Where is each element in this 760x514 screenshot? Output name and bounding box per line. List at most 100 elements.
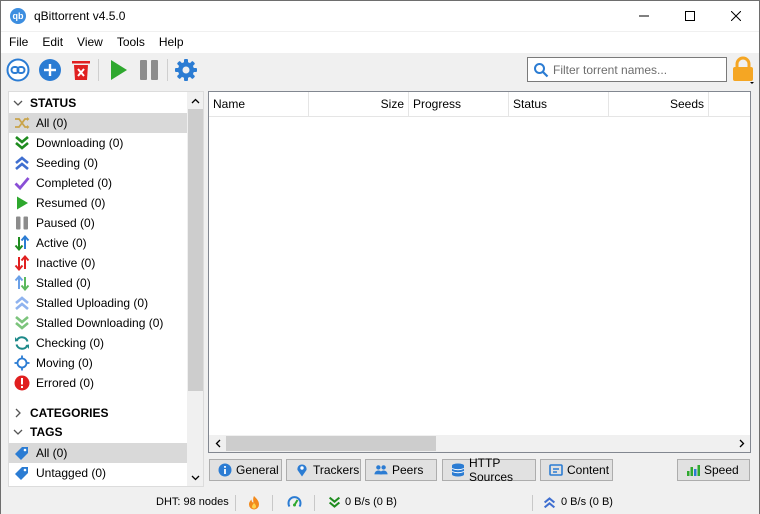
status-item-paused[interactable]: Paused (0) — [9, 213, 187, 233]
status-item-label: Paused (0) — [36, 216, 95, 230]
status-item-stalled-downloading[interactable]: Stalled Downloading (0) — [9, 313, 187, 333]
status-item-label: All (0) — [36, 116, 68, 130]
search-field[interactable] — [527, 57, 727, 82]
window-title: qBittorrent v4.5.0 — [34, 9, 126, 23]
torrent-list-hscrollbar[interactable] — [209, 435, 750, 452]
upload-speed-icon — [542, 495, 557, 510]
categories-header-label: CATEGORIES — [30, 406, 109, 420]
status-item-stalled-uploading[interactable]: Stalled Uploading (0) — [9, 293, 187, 313]
sidebar-scrollbar[interactable] — [187, 92, 203, 486]
status-item-moving[interactable]: Moving (0) — [9, 353, 187, 373]
chevron-down-icon — [13, 99, 23, 107]
column-header-progress[interactable]: Progress — [409, 92, 509, 117]
tags-section-header[interactable]: TAGS — [9, 422, 187, 442]
status-bar: DHT: 98 nodes 0 B/s (0 B) 0 B/s (0 B) — [1, 491, 759, 514]
download-speed-status[interactable]: 0 B/s (0 B) — [345, 491, 397, 514]
resume-button[interactable] — [105, 57, 131, 83]
close-icon — [731, 11, 741, 21]
minimize-button[interactable] — [621, 1, 667, 31]
status-item-all[interactable]: All (0) — [9, 113, 187, 133]
statusbar-separator — [314, 495, 315, 511]
status-item-label: Stalled Downloading (0) — [36, 316, 164, 330]
tab-peers[interactable]: Peers — [365, 459, 437, 481]
tab-trackers[interactable]: Trackers — [286, 459, 361, 481]
tab-label: General — [236, 463, 279, 477]
chevron-down-icon — [13, 428, 23, 436]
pause-icon — [14, 215, 30, 231]
toolbar — [1, 53, 759, 87]
torrent-list[interactable]: Name Size Progress Status Seeds — [208, 91, 751, 453]
status-item-stalled[interactable]: Stalled (0) — [9, 273, 187, 293]
status-item-checking[interactable]: Checking (0) — [9, 333, 187, 353]
scroll-up-arrow-icon[interactable] — [187, 92, 203, 109]
connection-status-fire-icon[interactable] — [246, 495, 261, 510]
column-header-seeds[interactable]: Seeds — [609, 92, 709, 117]
status-item-label: Completed (0) — [36, 176, 113, 190]
tab-general[interactable]: General — [209, 459, 282, 481]
play-icon — [111, 60, 127, 80]
checkmark-icon — [14, 175, 30, 191]
add-torrent-file-button[interactable] — [37, 57, 63, 83]
menu-help[interactable]: Help — [152, 32, 191, 53]
status-section-header[interactable]: STATUS — [9, 93, 187, 113]
app-logo-icon: qb — [10, 8, 26, 24]
status-item-label: Checking (0) — [36, 336, 105, 350]
play-icon — [14, 195, 30, 211]
status-header-label: STATUS — [30, 96, 77, 110]
hscroll-thumb[interactable] — [226, 436, 436, 451]
all-shuffle-icon — [14, 115, 30, 131]
menu-view[interactable]: View — [70, 32, 110, 53]
status-item-downloading[interactable]: Downloading (0) — [9, 133, 187, 153]
stalled-downloading-icon — [14, 315, 30, 331]
status-item-active[interactable]: Active (0) — [9, 233, 187, 253]
speed-chart-icon — [686, 463, 700, 477]
remove-torrent-button[interactable] — [68, 57, 94, 83]
error-icon — [14, 375, 30, 391]
column-header-size[interactable]: Size — [309, 92, 409, 117]
menu-file[interactable]: File — [1, 32, 35, 53]
options-button[interactable] — [173, 57, 199, 83]
toolbar-separator — [98, 59, 99, 81]
tag-item-label: All (0) — [36, 446, 68, 460]
search-input[interactable] — [553, 62, 723, 77]
tags-header-label: TAGS — [30, 425, 63, 439]
content-icon — [549, 463, 563, 477]
upload-speed-status[interactable]: 0 B/s (0 B) — [561, 491, 613, 514]
menu-edit[interactable]: Edit — [35, 32, 70, 53]
status-item-label: Active (0) — [36, 236, 87, 250]
alt-speed-lock-button[interactable] — [731, 56, 755, 84]
scroll-right-arrow-icon[interactable] — [733, 435, 750, 452]
database-icon — [451, 463, 465, 477]
status-item-label: Seeding (0) — [36, 156, 99, 170]
properties-tabs: General Trackers Peers HTTP Sources Cont… — [1, 456, 759, 484]
menu-bar: File Edit View Tools Help — [1, 32, 759, 53]
tab-content[interactable]: Content — [540, 459, 613, 481]
stalled-uploading-icon — [14, 295, 30, 311]
link-icon — [6, 58, 30, 82]
maximize-button[interactable] — [667, 1, 713, 31]
maximize-icon — [685, 11, 695, 21]
column-header-name[interactable]: Name — [209, 92, 309, 117]
statusbar-separator — [532, 495, 533, 511]
menu-tools[interactable]: Tools — [110, 32, 152, 53]
add-torrent-link-button[interactable] — [5, 57, 31, 83]
pause-button[interactable] — [136, 57, 162, 83]
filter-sidebar: STATUS All (0) Downloading (0) Seeding (… — [8, 91, 204, 487]
sidebar-scroll-thumb[interactable] — [188, 109, 203, 391]
torrent-list-header: Name Size Progress Status Seeds — [209, 92, 750, 117]
status-item-resumed[interactable]: Resumed (0) — [9, 193, 187, 213]
scroll-left-arrow-icon[interactable] — [209, 435, 226, 452]
statusbar-separator — [235, 495, 236, 511]
speed-limit-gauge-icon[interactable] — [287, 495, 302, 510]
status-item-label: Resumed (0) — [36, 196, 106, 210]
categories-section-header[interactable]: CATEGORIES — [9, 403, 187, 423]
column-header-status[interactable]: Status — [509, 92, 609, 117]
status-item-seeding[interactable]: Seeding (0) — [9, 153, 187, 173]
tab-speed[interactable]: Speed — [677, 459, 750, 481]
status-item-inactive[interactable]: Inactive (0) — [9, 253, 187, 273]
status-item-errored[interactable]: Errored (0) — [9, 373, 187, 393]
status-item-label: Stalled Uploading (0) — [36, 296, 149, 310]
close-button[interactable] — [713, 1, 759, 31]
status-item-completed[interactable]: Completed (0) — [9, 173, 187, 193]
tab-http-sources[interactable]: HTTP Sources — [442, 456, 536, 484]
